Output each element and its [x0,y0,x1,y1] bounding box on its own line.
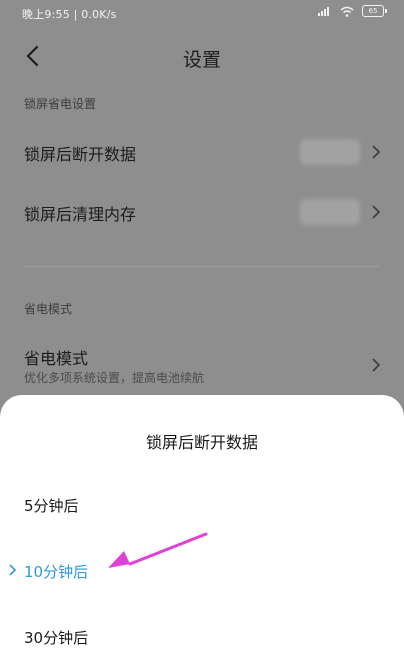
option-5-min[interactable]: 5分钟后 [24,495,79,516]
row-label: 锁屏后断开数据 [24,145,137,164]
sheet-title: 锁屏后断开数据 [145,433,258,452]
check-chevron-icon [9,564,17,576]
section-title-power: 省电模式 [24,302,73,316]
row-label: 锁屏后清理内存 [24,205,137,224]
row-clear-memory[interactable]: 锁屏后清理内存 [0,188,404,236]
header: 设置 [0,36,404,76]
status-icons: 65 [318,5,387,17]
option-30-min[interactable]: 30分钟后 [24,627,88,648]
page-title: 设置 [182,49,221,71]
wifi-icon [340,6,354,17]
signal-icon [318,7,329,16]
row-power-mode[interactable]: 省电模式 优化多项系统设置，提高电池续航 [0,338,404,392]
chevron-right-icon [372,205,381,219]
chevron-right-icon [372,358,381,372]
battery-icon: 65 [362,5,387,17]
row-disconnect-data[interactable]: 锁屏后断开数据 [0,128,404,176]
row-value-blurred [300,199,360,225]
status-time: 晚上9:55 | 0.0K/s [22,8,117,21]
divider [24,266,380,267]
row-label: 省电模式 [24,349,89,368]
row-subtitle: 优化多项系统设置，提高电池续航 [24,371,205,385]
option-10-min[interactable]: 10分钟后 [24,561,88,582]
status-bar: 晚上9:55 | 0.0K/s 65 [0,0,404,28]
settings-screen: 晚上9:55 | 0.0K/s 65 设置 锁屏省电设置 锁屏后断开数据 锁屏后… [0,0,404,664]
section-title-lock: 锁屏省电设置 [24,97,97,111]
annotation-arrow [108,532,208,568]
row-value-blurred [300,139,360,165]
chevron-right-icon [372,145,381,159]
